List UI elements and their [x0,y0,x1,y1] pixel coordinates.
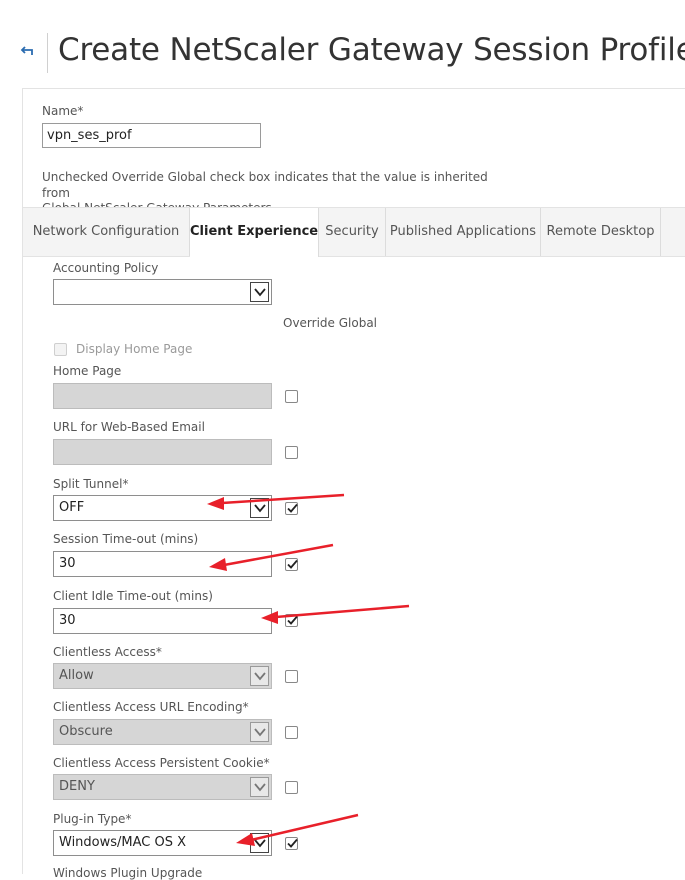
page-title: Create NetScaler Gateway Session Profile [58,32,685,68]
home-page-override-checkbox[interactable] [285,390,298,403]
chevron-down-icon [250,833,269,853]
chevron-down-icon [250,666,269,686]
display-home-page-checkbox[interactable] [54,343,67,356]
split-tunnel-override-checkbox[interactable] [285,502,298,515]
url-web-email-input[interactable] [53,439,272,465]
tab-client-experience[interactable]: Client Experience [190,208,319,257]
display-home-page-label: Display Home Page [76,342,193,356]
checkmark-icon [287,838,298,848]
session-timeout-label: Session Time-out (mins) [53,532,199,546]
chevron-down-icon [250,777,269,797]
checkmark-icon [287,615,298,625]
windows-plugin-upgrade-label: Windows Plugin Upgrade [53,866,203,880]
tab-published-applications[interactable]: Published Applications [386,208,541,256]
client-idle-timeout-input[interactable]: 30 [53,608,272,634]
plugin-type-select[interactable]: Windows/MAC OS X [53,830,272,856]
split-tunnel-select[interactable]: OFF [53,495,272,521]
tab-remote-desktop[interactable]: Remote Desktop [541,208,661,256]
split-tunnel-label: Split Tunnel* [53,477,129,491]
url-web-email-label: URL for Web-Based Email [53,420,205,434]
name-input[interactable]: vpn_ses_prof [42,123,261,148]
chevron-down-icon [250,282,269,302]
clientless-persistent-cookie-select[interactable]: DENY [53,774,272,800]
chevron-down-icon [250,498,269,518]
info-line-1: Unchecked Override Global check box indi… [42,170,488,200]
name-label: Name* [42,104,84,118]
url-web-email-override-checkbox[interactable] [285,446,298,459]
home-page-input[interactable] [53,383,272,409]
back-arrow-icon[interactable] [20,42,38,60]
plugin-type-label: Plug-in Type* [53,812,132,826]
clientless-persistent-cookie-value: DENY [59,779,95,794]
tab-bar: Network Configuration Client Experience … [23,207,685,257]
clientless-access-value: Allow [59,668,94,683]
home-page-label: Home Page [53,364,122,378]
accounting-policy-select[interactable] [53,279,272,305]
chevron-down-icon [250,722,269,742]
tab-security[interactable]: Security [319,208,386,256]
session-timeout-override-checkbox[interactable] [285,558,298,571]
clientless-url-encoding-label: Clientless Access URL Encoding* [53,700,249,714]
title-separator [47,33,48,73]
client-idle-timeout-override-checkbox[interactable] [285,614,298,627]
clientless-url-encoding-select[interactable]: Obscure [53,719,272,745]
clientless-access-select[interactable]: Allow [53,663,272,689]
client-idle-timeout-label: Client Idle Time-out (mins) [53,589,213,603]
clientless-access-label: Clientless Access* [53,645,162,659]
split-tunnel-value: OFF [59,500,85,515]
clientless-url-encoding-value: Obscure [59,724,113,739]
checkmark-icon [287,503,298,513]
accounting-policy-label: Accounting Policy [53,261,159,275]
clientless-persistent-cookie-override-checkbox[interactable] [285,781,298,794]
override-global-header: Override Global [283,316,378,330]
tab-network-configuration[interactable]: Network Configuration [23,208,190,256]
clientless-url-encoding-override-checkbox[interactable] [285,726,298,739]
session-timeout-input[interactable]: 30 [53,551,272,577]
checkmark-icon [287,559,298,569]
plugin-type-value: Windows/MAC OS X [59,835,187,850]
plugin-type-override-checkbox[interactable] [285,837,298,850]
clientless-access-override-checkbox[interactable] [285,670,298,683]
clientless-persistent-cookie-label: Clientless Access Persistent Cookie* [53,756,270,770]
